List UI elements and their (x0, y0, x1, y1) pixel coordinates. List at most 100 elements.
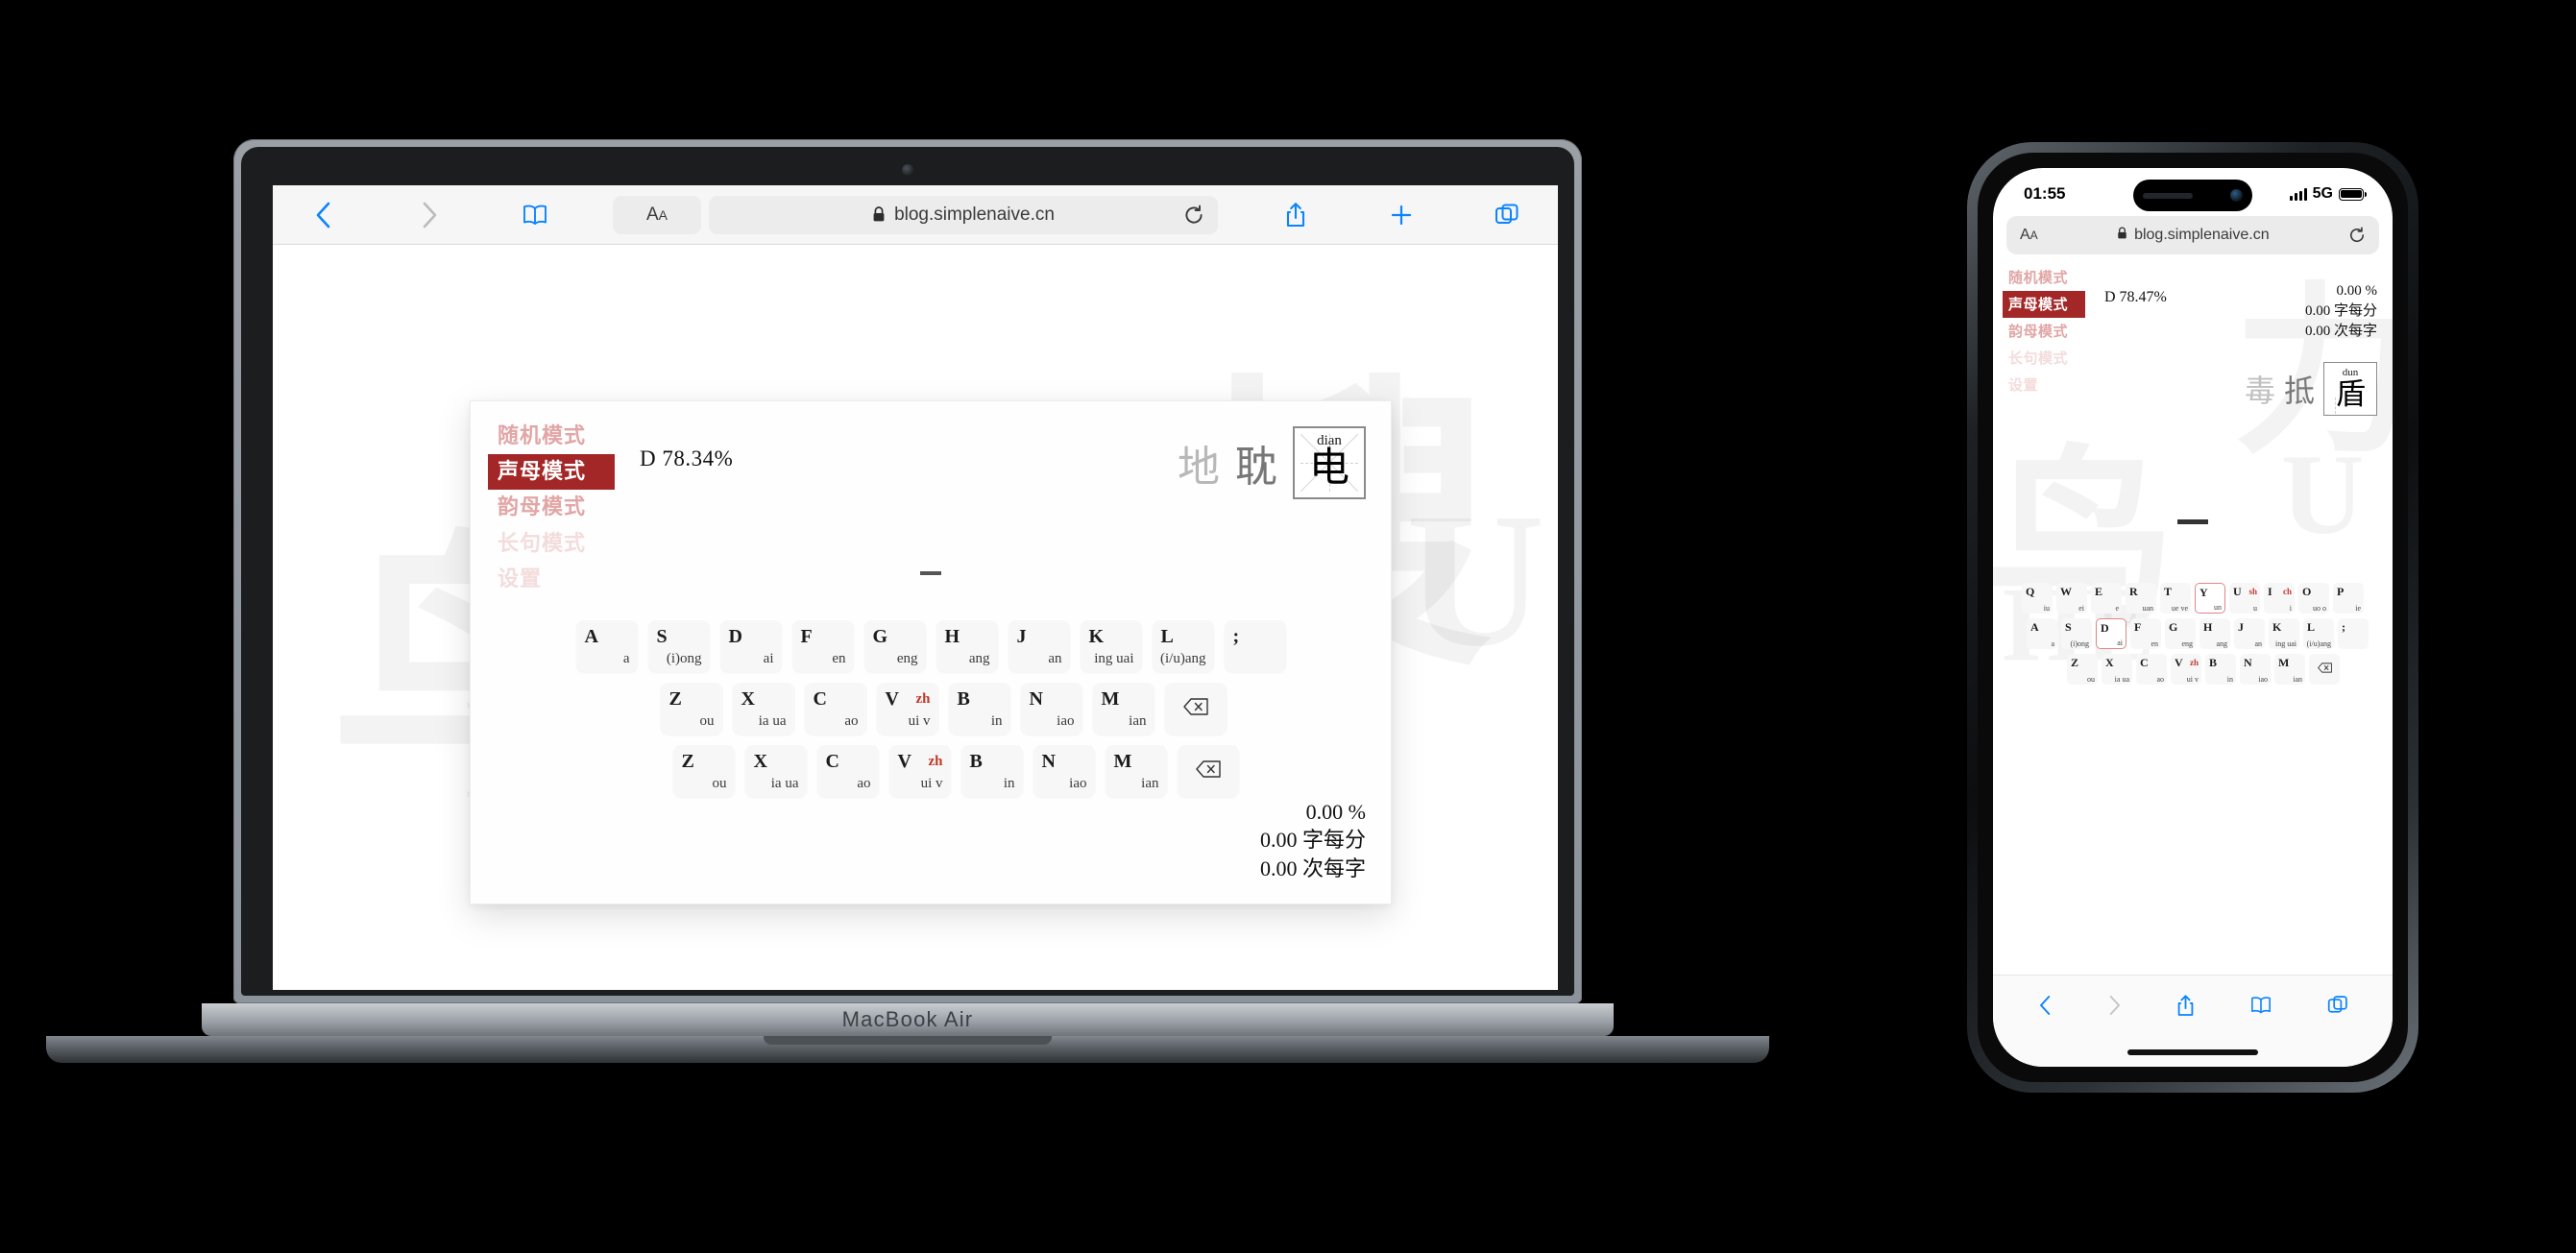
key-v[interactable]: Vzh ui v (876, 683, 938, 735)
back-button[interactable] (296, 196, 352, 234)
key-t[interactable]: Tue ve (2160, 583, 2191, 614)
status-bar-time: 01:55 (2024, 184, 2066, 203)
key-v[interactable]: Vzh ui v (2171, 654, 2201, 685)
key-b[interactable]: Bin (948, 683, 1010, 735)
key-v[interactable]: Vzh ui v (888, 745, 951, 797)
reload-button[interactable] (1183, 205, 1204, 226)
key-final-hint: uo o (2313, 604, 2326, 613)
key-f[interactable]: Fen (791, 620, 854, 672)
key-h[interactable]: Hang (2199, 618, 2230, 649)
laptop-foot (46, 1036, 1769, 1063)
key-final-hint: ian (1141, 776, 1159, 791)
key-final-hint: (i/u)ang (2306, 639, 2331, 648)
key-b[interactable]: Bin (960, 745, 1023, 797)
key-g[interactable]: Geng (863, 620, 926, 672)
key-k[interactable]: King uai (1080, 620, 1142, 672)
mode-item-longsentence[interactable]: 长句模式 (488, 526, 615, 562)
mode-item-random[interactable]: 随机模式 (2003, 264, 2085, 291)
key-letter: Z (668, 688, 682, 710)
key-d[interactable]: Dai (2096, 618, 2126, 649)
forward-button[interactable] (401, 196, 457, 234)
typing-caret (920, 571, 941, 575)
phone-address-bar[interactable]: AA blog.simplenaive.cn (2006, 216, 2379, 254)
key-letter: W (2060, 585, 2072, 598)
previous-character-1: 耽 (1235, 444, 1277, 491)
new-tab-button[interactable] (1373, 196, 1429, 234)
key-b[interactable]: Bin (2205, 654, 2236, 685)
key-q[interactable]: Qiu (2022, 583, 2053, 614)
key-j[interactable]: Jan (1008, 620, 1070, 672)
phone-forward-button[interactable] (2107, 994, 2122, 1017)
key-j[interactable]: Jan (2234, 618, 2265, 649)
key-n[interactable]: Niao (2240, 654, 2271, 685)
key-a[interactable]: Aa (575, 620, 638, 672)
key-z[interactable]: Zou (672, 745, 735, 797)
key-w[interactable]: Wei (2056, 583, 2087, 614)
key-h[interactable]: Hang (936, 620, 998, 672)
key-letter: Z (681, 751, 694, 772)
mode-item-random[interactable]: 随机模式 (488, 419, 615, 454)
key-z[interactable]: Zou (660, 683, 722, 735)
key-semicolon[interactable]: ; (1224, 620, 1286, 672)
key-backspace[interactable] (1164, 683, 1227, 735)
key-semicolon[interactable]: ; (2338, 618, 2369, 649)
key-e[interactable]: Ee (2091, 583, 2122, 614)
key-l[interactable]: L (i/u)ang (1152, 620, 1214, 672)
address-bar[interactable]: blog.simplenaive.cn (709, 195, 1218, 234)
mode-item-initials[interactable]: 声母模式 (488, 454, 615, 491)
key-o[interactable]: Ouo o (2298, 583, 2329, 614)
key-x[interactable]: Xia ua (732, 683, 794, 735)
key-s[interactable]: S (i)ong (2061, 618, 2092, 649)
key-final-hint: en (2151, 639, 2158, 648)
phone-tabs-button[interactable] (2327, 995, 2348, 1016)
phone-text-size-button[interactable]: AA (2020, 227, 2038, 244)
key-f[interactable]: Fen (2130, 618, 2161, 649)
mode-item-settings[interactable]: 设置 (488, 562, 615, 597)
key-d[interactable]: Dai (719, 620, 782, 672)
key-c[interactable]: Cao (2136, 654, 2167, 685)
difficulty-score: D 78.34% (640, 446, 734, 470)
key-m[interactable]: Mian (2274, 654, 2305, 685)
bookmarks-button[interactable] (507, 196, 563, 234)
share-button[interactable] (1268, 196, 1324, 234)
key-m[interactable]: Mian (1105, 745, 1167, 797)
key-z[interactable]: Zou (2067, 654, 2098, 685)
character-display: 地 耽 dian 电 (1178, 426, 1366, 499)
key-m[interactable]: Mian (1092, 683, 1154, 735)
key-backspace[interactable] (1177, 745, 1239, 797)
key-x[interactable]: Xia ua (744, 745, 807, 797)
key-backspace[interactable] (2309, 654, 2340, 685)
key-c[interactable]: Cao (804, 683, 866, 735)
key-c[interactable]: Cao (816, 745, 879, 797)
key-letter: C (813, 688, 827, 710)
key-n[interactable]: Niao (1020, 683, 1082, 735)
key-s[interactable]: S (i)ong (647, 620, 710, 672)
text-size-button[interactable]: AA (613, 195, 701, 234)
key-final-hint: e (2115, 604, 2119, 613)
cellular-signal-icon (2289, 187, 2307, 201)
key-k[interactable]: King uai (2269, 618, 2299, 649)
tab-overview-button[interactable] (1479, 196, 1535, 234)
key-r[interactable]: Ruan (2126, 583, 2156, 614)
key-letter: E (2095, 585, 2103, 598)
phone-share-button[interactable] (2176, 994, 2195, 1018)
key-a[interactable]: Aa (2027, 618, 2057, 649)
key-letter: G (872, 626, 888, 647)
mode-item-finals[interactable]: 韵母模式 (2003, 318, 2085, 345)
mode-item-finals[interactable]: 韵母模式 (488, 490, 615, 525)
key-n[interactable]: Niao (1033, 745, 1095, 797)
key-y[interactable]: Yun (2195, 583, 2225, 614)
key-p[interactable]: Pie (2333, 583, 2364, 614)
mode-item-longsentence[interactable]: 长句模式 (2003, 345, 2085, 372)
mode-item-initials[interactable]: 声母模式 (2003, 291, 2085, 318)
key-g[interactable]: Geng (2165, 618, 2196, 649)
key-x[interactable]: Xia ua (2102, 654, 2132, 685)
phone-back-button[interactable] (2038, 994, 2053, 1017)
key-final-hint: (i/u)ang (1160, 651, 1206, 666)
phone-bookmarks-button[interactable] (2249, 996, 2272, 1015)
phone-reload-button[interactable] (2348, 227, 2366, 244)
key-i[interactable]: Ich i (2264, 583, 2295, 614)
key-u[interactable]: Ush u (2229, 583, 2260, 614)
mode-item-settings[interactable]: 设置 (2003, 372, 2085, 398)
key-l[interactable]: L (i/u)ang (2303, 618, 2334, 649)
